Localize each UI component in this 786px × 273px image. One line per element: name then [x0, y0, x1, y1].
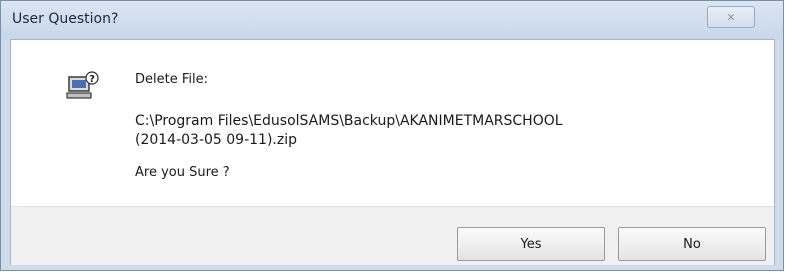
- dialog-title: User Question?: [12, 11, 119, 27]
- file-path-line-1: C:\Program Files\EdusolSAMS\Backup\AKANI…: [135, 113, 563, 129]
- dialog-body: ? Delete File: C:\Program Files\EdusolSA…: [10, 39, 775, 265]
- close-icon: ✕: [726, 10, 736, 24]
- no-button[interactable]: No: [618, 227, 766, 261]
- yes-button[interactable]: Yes: [457, 227, 605, 261]
- message-area: ? Delete File: C:\Program Files\EdusolSA…: [11, 40, 774, 206]
- confirmation-question: Are you Sure ?: [135, 165, 230, 180]
- file-path-line-2: (2014-03-05 09-11).zip: [135, 132, 297, 148]
- title-bar[interactable]: User Question? ✕: [1, 1, 783, 39]
- message-heading: Delete File:: [135, 72, 208, 87]
- svg-text:?: ?: [89, 74, 95, 85]
- close-button[interactable]: ✕: [707, 6, 755, 28]
- computer-question-icon: ?: [66, 71, 99, 99]
- dialog-window: User Question? ✕ ? Delete File: C:\Progr…: [0, 0, 784, 271]
- button-bar: Yes No: [11, 206, 774, 265]
